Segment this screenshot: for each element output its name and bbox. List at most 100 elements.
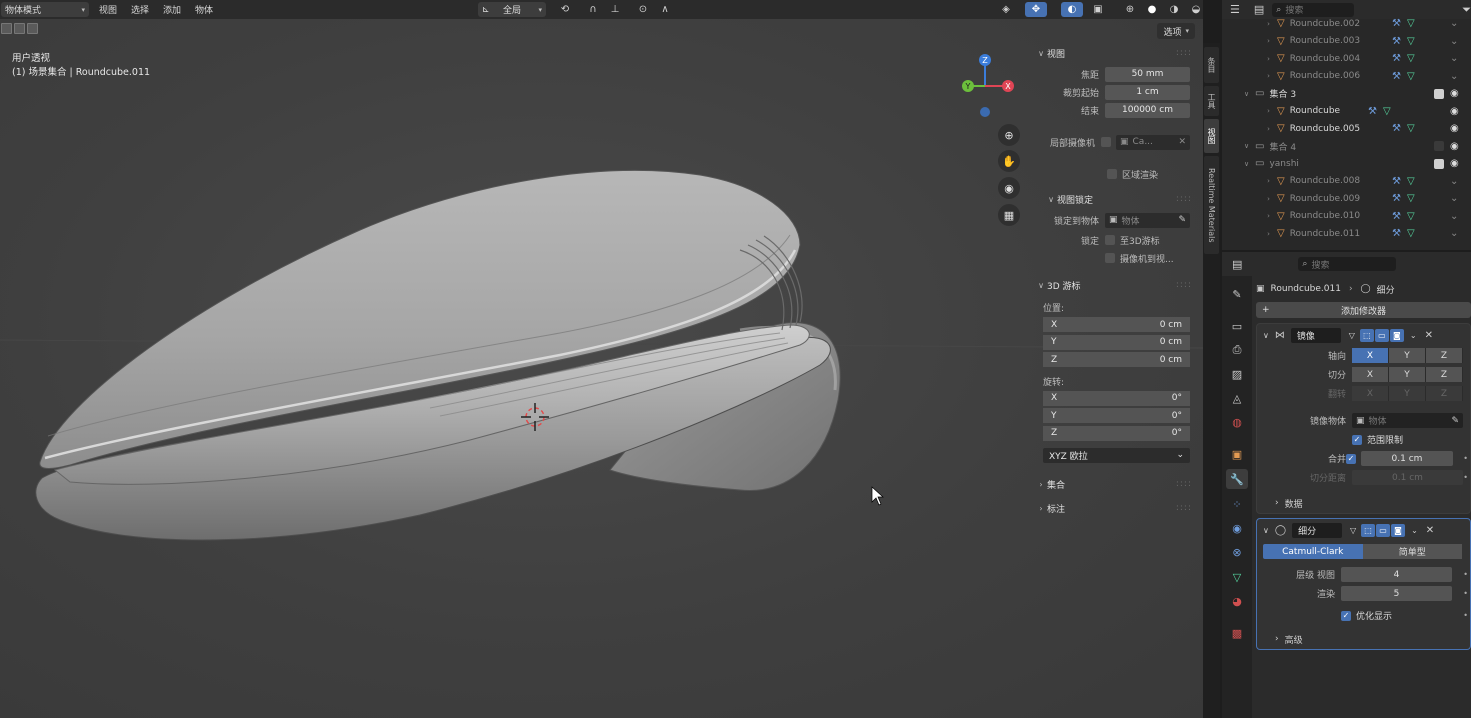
outliner-object-row[interactable]: › ▽ Roundcube.002 ⚒ ▽ ⌄ bbox=[1222, 15, 1471, 33]
data-tab-icon[interactable]: ▽ bbox=[1226, 567, 1248, 587]
flip-z-toggle[interactable]: Z bbox=[1426, 386, 1463, 401]
chevron-down-icon[interactable]: ⌄ bbox=[1450, 18, 1458, 29]
pan-hand-icon[interactable]: ✋ bbox=[998, 150, 1020, 172]
chevron-down-icon[interactable]: ⌄ bbox=[1410, 331, 1417, 340]
mirror-object-field[interactable]: ▣ 物体 ✎ bbox=[1352, 413, 1463, 428]
outliner-object-row[interactable]: › ▽ Roundcube.006 ⚒ ▽ ⌄ bbox=[1222, 68, 1471, 86]
chevron-down-icon[interactable]: ∨ bbox=[1263, 526, 1269, 535]
outliner-object-row[interactable]: › ▽ Roundcube ⚒ ▽ ◉ bbox=[1222, 103, 1471, 121]
chevron-down-icon[interactable]: ⌄ bbox=[1450, 53, 1458, 64]
mirror-data-subpanel[interactable]: › 数据 bbox=[1257, 493, 1470, 513]
chevron-right-icon[interactable]: › bbox=[1264, 195, 1273, 203]
shading-solid-icon[interactable]: ● bbox=[1141, 2, 1163, 17]
modifier-wrench-icon[interactable]: ⚒ bbox=[1368, 106, 1377, 117]
chevron-right-icon[interactable]: › bbox=[1264, 20, 1273, 28]
render-display-icon[interactable]: ◙ bbox=[1389, 328, 1404, 342]
focal-length-field[interactable]: 50 mm bbox=[1105, 66, 1190, 82]
tool-tab-icon[interactable]: ✎ bbox=[1226, 284, 1248, 304]
axis-z-toggle[interactable]: Z bbox=[1426, 348, 1463, 363]
drag-handle-icon[interactable]: :::: bbox=[1176, 503, 1192, 513]
shading-rendered-icon[interactable]: ◒ bbox=[1185, 2, 1203, 17]
local-camera-field[interactable]: ▣ Ca... ✕ bbox=[1116, 134, 1190, 150]
modifier-wrench-icon[interactable]: ⚒ bbox=[1392, 193, 1401, 204]
mesh-data-icon[interactable]: ▽ bbox=[1407, 176, 1415, 187]
outliner-object-row[interactable]: › ▽ Roundcube.004 ⚒ ▽ ⌄ bbox=[1222, 50, 1471, 68]
location-x-field[interactable]: X 0 cm bbox=[1043, 317, 1190, 333]
eye-icon[interactable]: ◉ bbox=[1450, 158, 1459, 169]
shading-wireframe-icon[interactable]: ⊕ bbox=[1119, 2, 1141, 17]
transform-orientation-select[interactable]: ⊾ 全局 ▾ bbox=[478, 2, 546, 17]
eyedropper-icon[interactable]: ✎ bbox=[1451, 416, 1459, 426]
chevron-down-icon[interactable]: ∨ bbox=[1263, 331, 1269, 340]
exclude-checkbox[interactable] bbox=[1434, 88, 1444, 99]
tab-item[interactable]: 条目 bbox=[1204, 47, 1219, 83]
visibility-icon[interactable]: ◈ bbox=[995, 2, 1017, 17]
keyframe-dot-icon[interactable]: • bbox=[1463, 611, 1468, 620]
close-icon[interactable]: ✕ bbox=[1426, 525, 1434, 536]
snap-magnet-icon[interactable]: ∩ bbox=[582, 2, 604, 17]
view-layer-tab-icon[interactable]: ▨ bbox=[1226, 364, 1248, 384]
clip-start-field[interactable]: 1 cm bbox=[1105, 84, 1190, 100]
outliner-object-row[interactable]: › ▽ Roundcube.010 ⚒ ▽ ⌄ bbox=[1222, 208, 1471, 226]
chevron-right-icon[interactable]: › bbox=[1264, 37, 1273, 45]
section-annotation[interactable]: › 标注 :::: bbox=[1035, 498, 1198, 518]
eye-icon[interactable]: ◉ bbox=[1450, 123, 1459, 134]
proportional-edit-icon[interactable]: ⊙ bbox=[632, 2, 654, 17]
chevron-down-icon[interactable]: ⌄ bbox=[1450, 176, 1458, 187]
chevron-right-icon[interactable]: › bbox=[1264, 125, 1273, 133]
rotation-mode-select[interactable]: XYZ 欧拉 ⌄ bbox=[1043, 447, 1190, 463]
keyframe-dot-icon[interactable]: • bbox=[1463, 589, 1468, 598]
viewport-display-icon[interactable]: ▭ bbox=[1374, 328, 1389, 342]
axis-x-toggle[interactable]: X bbox=[1352, 348, 1389, 363]
object-tab-icon[interactable]: ▣ bbox=[1226, 444, 1248, 464]
tab-tool[interactable]: 工具 bbox=[1204, 86, 1219, 116]
chevron-down-icon[interactable]: ⌄ bbox=[1450, 228, 1458, 239]
navigation-gizmo[interactable]: Z X Y bbox=[950, 50, 1020, 120]
axis-y-toggle[interactable]: Y bbox=[1389, 348, 1426, 363]
perspective-grid-icon[interactable]: ▦ bbox=[998, 204, 1020, 226]
mesh-data-icon[interactable]: ▽ bbox=[1407, 18, 1415, 29]
constraints-tab-icon[interactable]: ⊗ bbox=[1226, 542, 1248, 562]
drag-handle-icon[interactable]: :::: bbox=[1176, 194, 1192, 204]
close-icon[interactable]: ✕ bbox=[1178, 137, 1186, 147]
flip-x-toggle[interactable]: X bbox=[1352, 386, 1389, 401]
mesh-data-icon[interactable]: ▽ bbox=[1407, 123, 1415, 134]
zoom-icon[interactable]: ⊕ bbox=[998, 124, 1020, 146]
chevron-down-icon[interactable]: ⌄ bbox=[1450, 36, 1458, 47]
modifier-wrench-icon[interactable]: ⚒ bbox=[1392, 18, 1401, 29]
eye-icon[interactable]: ◉ bbox=[1450, 106, 1459, 117]
section-view[interactable]: ∨ 视图 :::: bbox=[1035, 43, 1198, 63]
modifier-wrench-icon[interactable]: ⚒ bbox=[1392, 36, 1401, 47]
outliner-object-row[interactable]: › ▽ Roundcube.003 ⚒ ▽ ⌄ bbox=[1222, 33, 1471, 51]
flip-y-toggle[interactable]: Y bbox=[1389, 386, 1426, 401]
outliner-object-row[interactable]: › ▽ Roundcube.011 ⚒ ▽ ⌄ bbox=[1222, 225, 1471, 243]
world-tab-icon[interactable]: ◍ bbox=[1226, 412, 1248, 432]
editor-type-icon[interactable]: ▤ bbox=[1232, 258, 1242, 271]
tab-simple[interactable]: 简单型 bbox=[1362, 544, 1462, 559]
location-y-field[interactable]: Y 0 cm bbox=[1043, 334, 1190, 350]
lock-to-object-field[interactable]: ▣ 物体 ✎ bbox=[1105, 212, 1190, 228]
select-extend-icon[interactable] bbox=[14, 22, 25, 34]
mesh-data-icon[interactable]: ▽ bbox=[1407, 36, 1415, 47]
select-subtract-icon[interactable] bbox=[27, 22, 38, 34]
chevron-right-icon[interactable]: › bbox=[1264, 55, 1273, 63]
lock-3d-cursor-checkbox[interactable] bbox=[1105, 235, 1115, 245]
chevron-down-icon[interactable]: ⌄ bbox=[1450, 71, 1458, 82]
bisect-z-toggle[interactable]: Z bbox=[1426, 367, 1463, 382]
snap-target-icon[interactable]: ⊥ bbox=[604, 2, 626, 17]
bisect-y-toggle[interactable]: Y bbox=[1389, 367, 1426, 382]
shading-material-icon[interactable]: ◑ bbox=[1163, 2, 1185, 17]
close-icon[interactable]: ✕ bbox=[1425, 330, 1433, 341]
render-tab-icon[interactable]: ▭ bbox=[1226, 316, 1248, 336]
mesh-data-icon[interactable]: ▽ bbox=[1383, 106, 1391, 117]
section-3d-cursor[interactable]: ∨ 3D 游标 :::: bbox=[1035, 275, 1198, 295]
material-tab-icon[interactable]: ◕ bbox=[1226, 591, 1248, 611]
model-render[interactable] bbox=[0, 0, 1203, 718]
chevron-down-icon[interactable]: ∨ bbox=[1242, 160, 1251, 168]
edit-mode-icon[interactable]: ⬚ bbox=[1361, 523, 1376, 537]
options-dropdown[interactable]: 选项 ▾ bbox=[1157, 23, 1195, 39]
mesh-data-icon[interactable]: ▽ bbox=[1407, 193, 1415, 204]
add-modifier-button[interactable]: + 添加修改器 bbox=[1256, 302, 1471, 318]
scene-tab-icon[interactable]: ◬ bbox=[1226, 388, 1248, 408]
chevron-down-icon[interactable]: ⌄ bbox=[1450, 211, 1458, 222]
